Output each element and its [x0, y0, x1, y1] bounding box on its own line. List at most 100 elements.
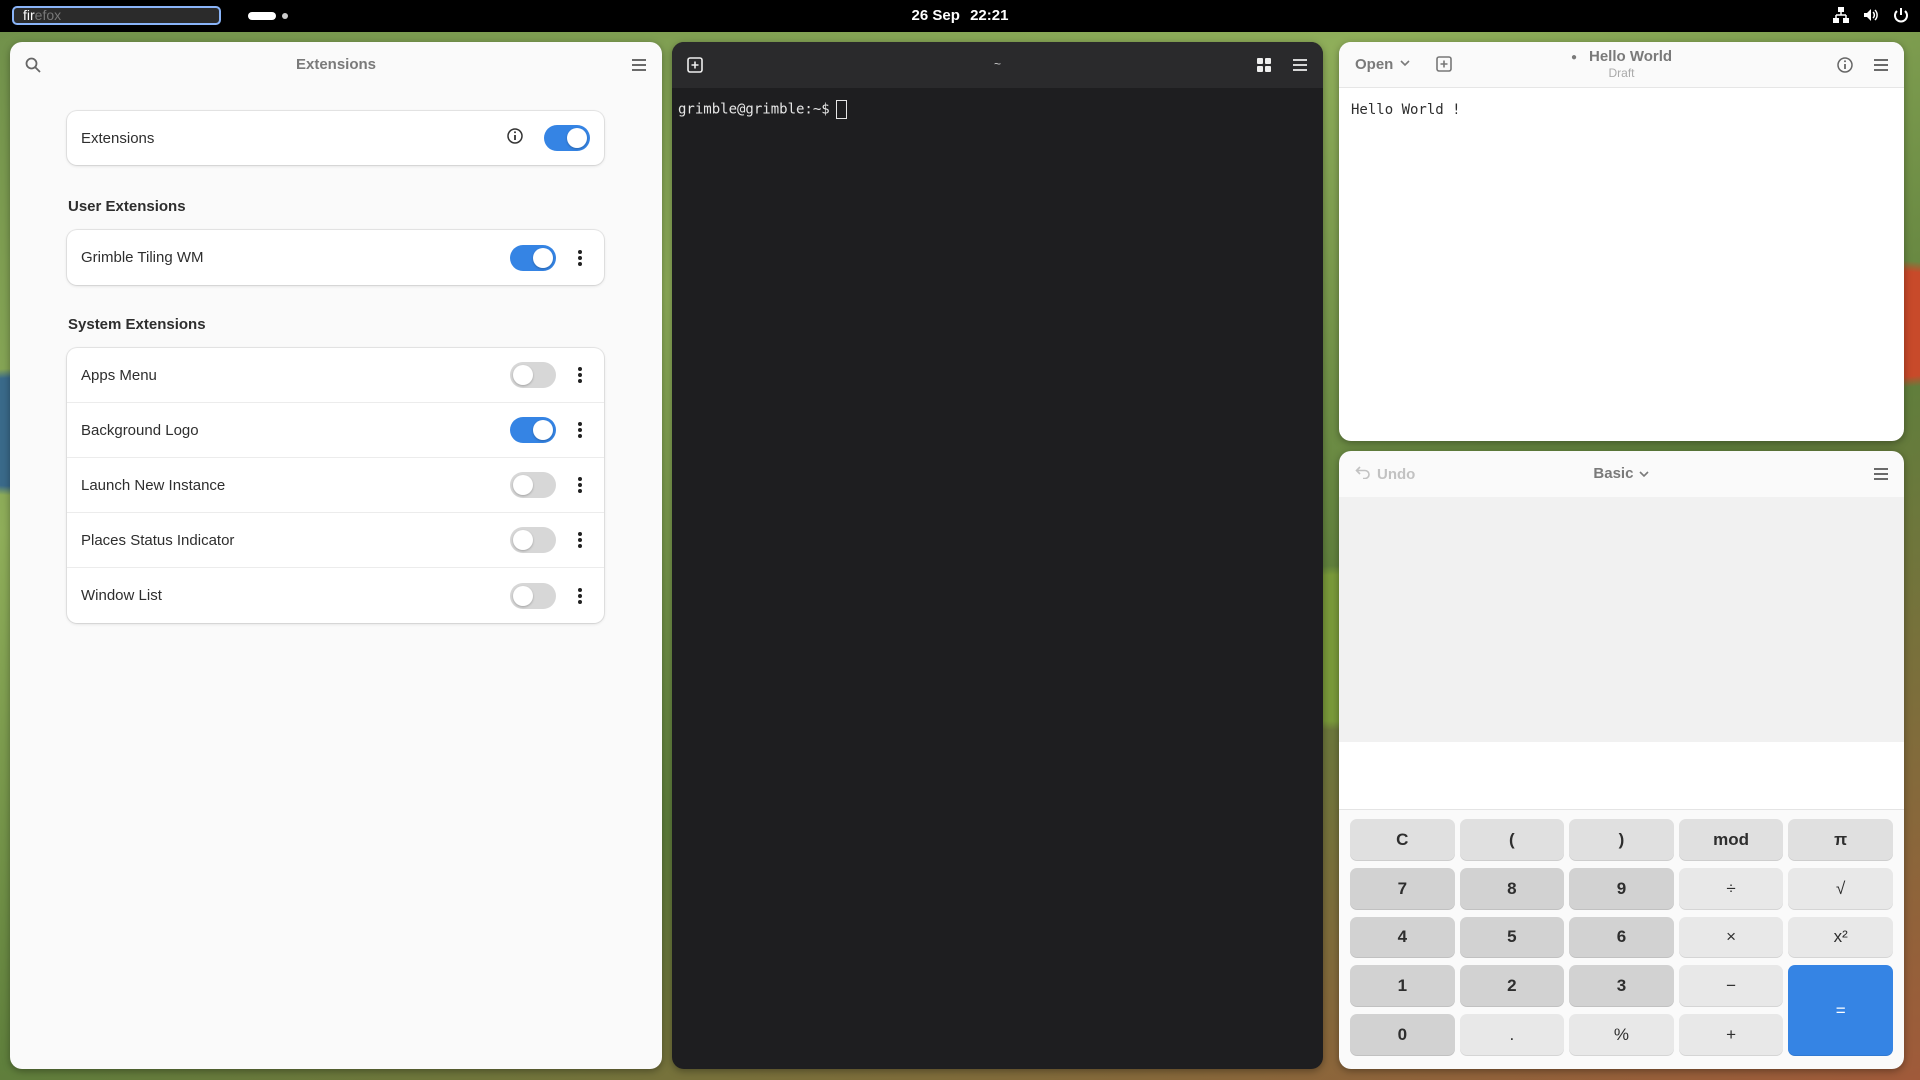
system-extensions-heading: System Extensions — [68, 316, 206, 333]
toggle-knob — [513, 530, 533, 550]
extensions-master-row: Extensions — [67, 111, 604, 165]
terminal-headerbar: ~ — [672, 42, 1323, 88]
mode-label: Basic — [1593, 465, 1634, 482]
hamburger-menu-icon[interactable] — [1872, 465, 1890, 483]
calculator-headerbar: Undo Basic — [1339, 451, 1904, 497]
editor-headerbar: Open ● Hello World Draft — [1339, 42, 1904, 88]
toggle-knob — [513, 475, 533, 495]
hamburger-menu-icon[interactable] — [1872, 56, 1890, 74]
user-extensions-heading: User Extensions — [68, 198, 186, 215]
hamburger-menu-icon[interactable] — [1291, 56, 1309, 74]
user-extensions-list: Grimble Tiling WM — [67, 230, 604, 285]
key-sqrt[interactable]: √ — [1788, 867, 1893, 910]
extension-toggle[interactable] — [510, 362, 556, 388]
calculator-history-display — [1339, 497, 1904, 742]
text-editor-window: Open ● Hello World Draft Hello World ! — [1339, 42, 1904, 441]
key-mod[interactable]: mod — [1678, 819, 1784, 861]
editor-text-area[interactable]: Hello World ! — [1339, 88, 1904, 132]
extensions-window: Extensions Extensions User Extensions Gr… — [10, 42, 662, 1069]
extensions-master-toggle[interactable] — [544, 125, 590, 151]
tab-overview-icon[interactable] — [1255, 56, 1273, 74]
power-icon[interactable] — [1892, 6, 1910, 24]
more-options-icon[interactable] — [570, 531, 590, 549]
key-1[interactable]: 1 — [1350, 965, 1455, 1008]
toggle-knob — [533, 420, 553, 440]
key-close-paren[interactable]: ) — [1569, 819, 1674, 861]
toggle-knob — [513, 365, 533, 385]
system-extensions-list: Apps Menu Background Logo Launch New Insta… — [67, 348, 604, 623]
extension-row-grimble-tiling-wm: Grimble Tiling WM — [67, 230, 604, 285]
key-0[interactable]: 0 — [1350, 1014, 1455, 1056]
network-icon[interactable] — [1832, 6, 1850, 24]
key-clear[interactable]: C — [1350, 819, 1455, 861]
key-pi[interactable]: π — [1788, 819, 1893, 861]
extension-name: Places Status Indicator — [81, 531, 235, 549]
info-icon[interactable] — [506, 127, 524, 149]
extension-row-apps-menu: Apps Menu — [67, 348, 604, 403]
volume-icon[interactable] — [1862, 6, 1880, 24]
extension-toggle[interactable] — [510, 244, 556, 271]
terminal-output[interactable]: grimble@grimble:~$ — [672, 88, 1323, 131]
mode-selector[interactable]: Basic — [1339, 465, 1904, 482]
more-options-icon[interactable] — [570, 476, 590, 494]
calculator-window: Undo Basic C() mod π 7 8 9 ÷ √ 4 5 6 × x² 1 2 3− = 0.% + — [1339, 451, 1904, 1069]
key-add[interactable]: + — [1678, 1014, 1784, 1056]
system-tray[interactable] — [1832, 6, 1910, 24]
key-9[interactable]: 9 — [1569, 867, 1674, 910]
extension-toggle[interactable] — [510, 417, 556, 443]
editor-title-block: ● Hello World Draft — [1339, 48, 1904, 80]
clock[interactable]: 26 Sep 22:21 — [0, 7, 1920, 24]
key-4[interactable]: 4 — [1350, 916, 1455, 959]
more-options-icon[interactable] — [570, 249, 590, 267]
terminal-window: ~ grimble@grimble:~$ — [672, 42, 1323, 1069]
chevron-down-icon — [1638, 465, 1650, 482]
clock-date: 26 Sep — [911, 7, 960, 24]
extension-toggle[interactable] — [510, 582, 556, 609]
extension-row-background-logo: Background Logo — [67, 403, 604, 458]
terminal-cursor — [835, 100, 847, 119]
extension-row-places-status-indicator: Places Status Indicator — [67, 513, 604, 568]
more-options-icon[interactable] — [570, 366, 590, 384]
key-decimal[interactable]: . — [1459, 1014, 1565, 1056]
extension-name: Background Logo — [81, 421, 199, 439]
extension-toggle[interactable] — [510, 527, 556, 553]
key-percent[interactable]: % — [1569, 1014, 1674, 1056]
top-bar: firefox 26 Sep 22:21 — [0, 0, 1920, 32]
terminal-title: ~ — [993, 57, 1001, 71]
key-7[interactable]: 7 — [1350, 867, 1455, 910]
extensions-master-label: Extensions — [81, 129, 155, 147]
hamburger-menu-icon[interactable] — [630, 56, 648, 74]
more-options-icon[interactable] — [570, 421, 590, 439]
unsaved-dot-icon: ● — [1570, 51, 1577, 63]
document-subtitle: Draft — [1608, 66, 1635, 80]
key-divide[interactable]: ÷ — [1678, 867, 1784, 910]
more-options-icon[interactable] — [570, 587, 590, 605]
terminal-prompt: grimble@grimble:~$ — [678, 101, 830, 118]
extension-name: Grimble Tiling WM — [81, 249, 204, 266]
key-square[interactable]: x² — [1788, 916, 1893, 959]
toggle-knob — [533, 247, 553, 268]
key-subtract[interactable]: − — [1678, 965, 1784, 1008]
clock-time: 22:21 — [970, 7, 1009, 24]
toggle-knob — [567, 128, 587, 148]
key-multiply[interactable]: × — [1678, 916, 1784, 959]
calculator-entry-field[interactable] — [1339, 742, 1904, 810]
toggle-knob — [513, 585, 533, 606]
extensions-headerbar: Extensions — [10, 42, 662, 88]
key-open-paren[interactable]: ( — [1459, 819, 1565, 861]
extension-toggle[interactable] — [510, 472, 556, 498]
key-3[interactable]: 3 — [1569, 965, 1674, 1008]
extension-row-launch-new-instance: Launch New Instance — [67, 458, 604, 513]
calculator-keypad: C() mod π 7 8 9 ÷ √ 4 5 6 × x² 1 2 3− = 0.% + — [1350, 819, 1893, 1056]
extension-name: Launch New Instance — [81, 476, 226, 494]
key-2[interactable]: 2 — [1459, 965, 1565, 1008]
extension-name: Window List — [81, 587, 162, 604]
info-icon[interactable] — [1836, 56, 1854, 74]
extensions-window-title: Extensions — [295, 56, 377, 73]
key-8[interactable]: 8 — [1459, 867, 1565, 910]
key-5[interactable]: 5 — [1459, 916, 1565, 959]
key-equals[interactable]: = — [1788, 965, 1893, 1056]
extension-name: Apps Menu — [81, 366, 157, 384]
key-6[interactable]: 6 — [1569, 916, 1674, 959]
document-title: Hello World — [1588, 48, 1673, 65]
